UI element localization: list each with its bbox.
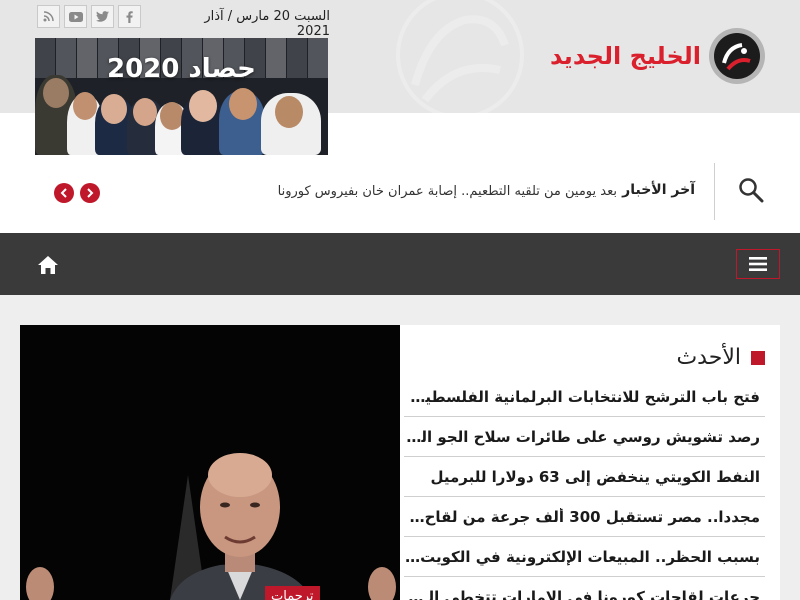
section-marker-icon: [751, 350, 765, 365]
latest-news-title: الأحدث: [676, 345, 741, 370]
featured-story[interactable]: ترجمات: [20, 325, 400, 600]
hamburger-menu-icon: [749, 257, 767, 271]
current-date: السبت 20 مارس / آذار 2021: [204, 9, 330, 39]
main-navbar: [0, 233, 800, 295]
facebook-icon[interactable]: [118, 5, 141, 28]
news-headline[interactable]: رصد تشويش روسي على طائرات سلاح الجو المل…: [405, 428, 760, 446]
category-badge[interactable]: ترجمات: [265, 586, 320, 600]
banner-figure-head: [275, 96, 303, 128]
rss-icon[interactable]: [37, 5, 60, 28]
chevron-right-icon: [87, 188, 94, 198]
twitter-icon[interactable]: [91, 5, 114, 28]
banner-figure-head: [73, 92, 97, 120]
news-headline[interactable]: بسبب الحظر.. المبيعات الإلكترونية في الك…: [405, 548, 760, 566]
list-item[interactable]: رصد تشويش روسي على طائرات سلاح الجو المل…: [404, 417, 765, 457]
social-links: [37, 5, 141, 28]
chevron-left-icon: [60, 188, 67, 198]
home-icon: [38, 256, 58, 274]
news-headline[interactable]: جرعات لقاحات كورونا في الإمارات تتخطى ال…: [405, 588, 760, 600]
logo-watermark: [396, 0, 524, 113]
latest-news-header: الأحدث: [676, 345, 765, 370]
site-logo[interactable]: الخليج الجديد: [550, 28, 765, 84]
featured-story-image: [20, 325, 400, 600]
banner-figure-head: [43, 78, 69, 108]
news-headline[interactable]: النفط الكويتي ينخفض إلى 63 دولارا للبرمي…: [430, 468, 760, 486]
ticker-label: آخر الأخبار: [622, 182, 695, 198]
latest-news-panel: الأحدث فتح باب الترشح للانتخابات البرلما…: [400, 325, 780, 600]
banner-figure-head: [133, 98, 157, 126]
list-item[interactable]: فتح باب الترشح للانتخابات البرلمانية الف…: [404, 377, 765, 417]
ticker-headline-link[interactable]: بعد يومين من تلقيه التطعيم.. إصابة عمران…: [278, 184, 617, 199]
banner-figure-head: [189, 90, 217, 122]
ticker-controls: [54, 183, 100, 203]
site-name: الخليج الجديد: [549, 42, 701, 70]
logo-emblem-icon: [709, 28, 765, 84]
youtube-icon[interactable]: [64, 5, 87, 28]
menu-toggle-button[interactable]: [736, 249, 780, 279]
news-headline[interactable]: فتح باب الترشح للانتخابات البرلمانية الف…: [405, 388, 760, 406]
search-icon: [739, 178, 764, 203]
year-review-banner[interactable]: حصاد 2020: [35, 38, 328, 155]
main-content: ترجمات الأحدث فتح باب الترشح للانتخابات …: [0, 295, 800, 600]
search-button[interactable]: [735, 174, 767, 206]
banner-title: حصاد 2020: [107, 54, 256, 84]
ticker-prev-button[interactable]: [54, 183, 74, 203]
list-item[interactable]: بسبب الحظر.. المبيعات الإلكترونية في الك…: [404, 537, 765, 577]
ticker-next-button[interactable]: [80, 183, 100, 203]
news-headline[interactable]: مجددا.. مصر تستقبل 300 ألف جرعة من لقاح …: [405, 508, 760, 526]
breaking-news-ticker: آخر الأخبار بعد يومين من تلقيه التطعيم..…: [0, 160, 800, 220]
latest-news-list: فتح باب الترشح للانتخابات البرلمانية الف…: [404, 377, 765, 600]
banner-figure-head: [101, 94, 127, 124]
home-button[interactable]: [36, 253, 60, 277]
banner-figure-head: [229, 88, 257, 120]
list-item[interactable]: جرعات لقاحات كورونا في الإمارات تتخطى ال…: [404, 577, 765, 600]
ticker-divider: [714, 163, 715, 220]
list-item[interactable]: النفط الكويتي ينخفض إلى 63 دولارا للبرمي…: [404, 457, 765, 497]
list-item[interactable]: مجددا.. مصر تستقبل 300 ألف جرعة من لقاح …: [404, 497, 765, 537]
